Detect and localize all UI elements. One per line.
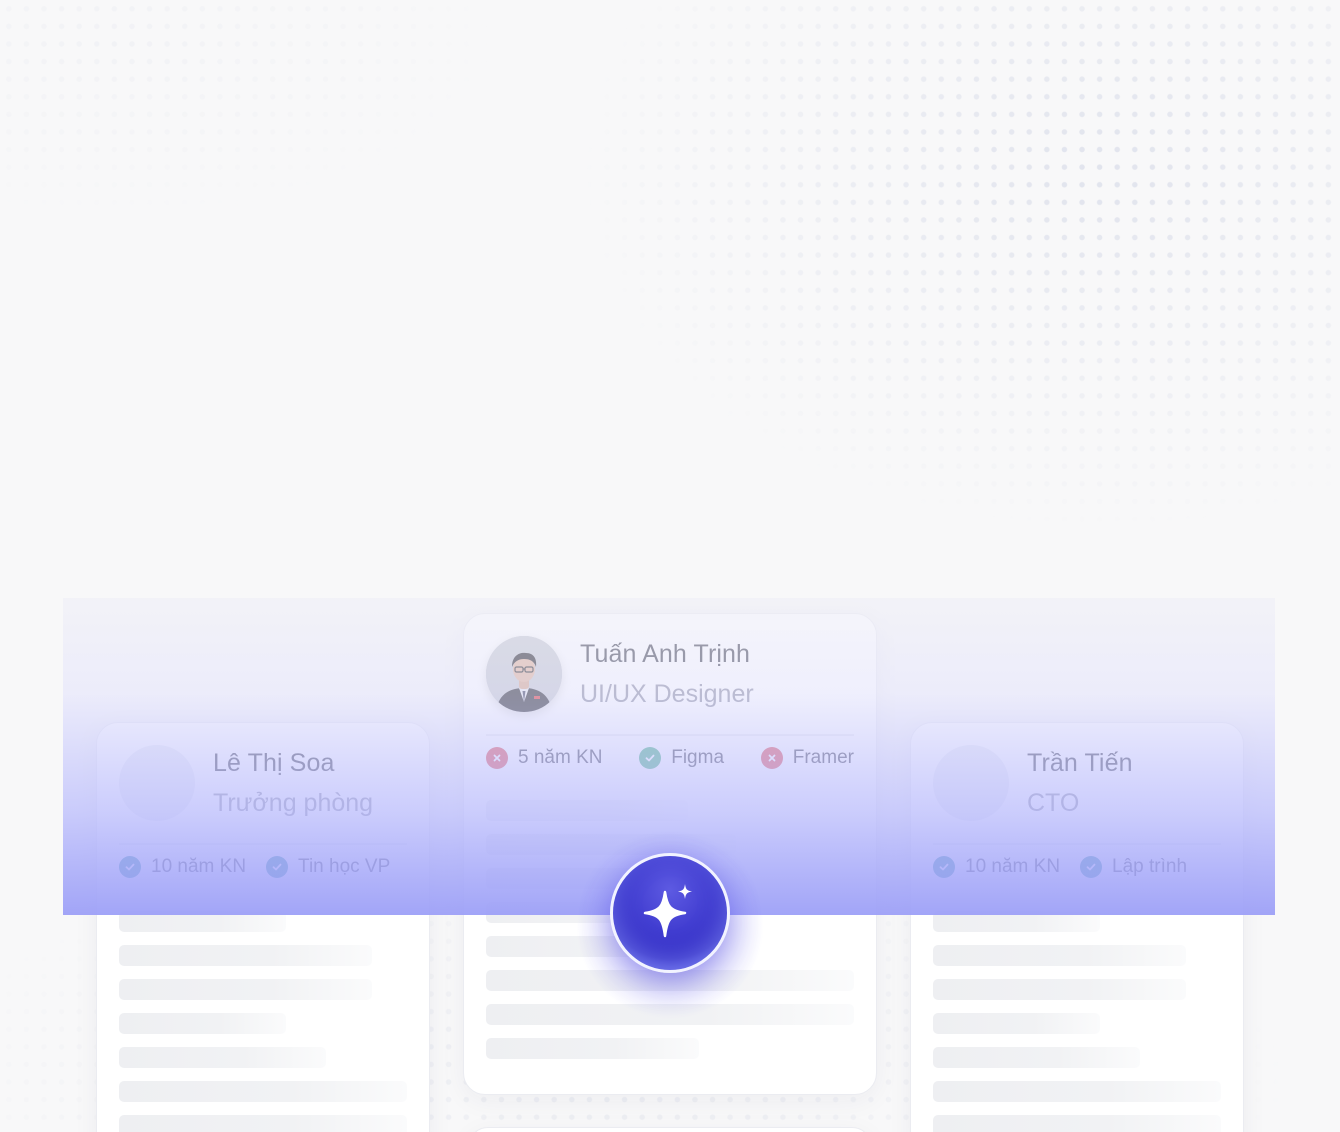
skill-tag: Lập trình	[1080, 856, 1187, 878]
skill-tag: 10 năm KN	[933, 856, 1060, 878]
skill-tags: 5 năm KN Figma Framer	[486, 747, 854, 769]
skill-tag: Framer	[760, 747, 854, 769]
skill-tag: Tin học VP	[266, 856, 390, 878]
divider	[933, 843, 1221, 845]
skill-tags: 10 năm KN Tin học VP	[119, 856, 407, 878]
cross-icon	[486, 747, 508, 769]
candidate-role: Trưởng phòng	[213, 789, 374, 817]
skeleton-lines	[119, 911, 407, 1132]
person-photo-icon	[486, 636, 562, 712]
candidate-card-left[interactable]: Lê Thị Soa Trưởng phòng 10 năm KN Tin họ…	[96, 722, 430, 1132]
skeleton-line	[119, 1115, 407, 1132]
skeleton-line	[933, 1013, 1101, 1034]
skeleton-line	[933, 979, 1187, 1000]
divider	[486, 734, 854, 736]
skeleton-line	[933, 1047, 1141, 1068]
candidate-name: Trần Tiến	[1027, 749, 1133, 777]
skill-tag-label: Framer	[792, 747, 854, 768]
skill-tag: Figma	[639, 747, 724, 769]
candidate-name: Lê Thị Soa	[213, 749, 335, 777]
cross-icon	[760, 747, 783, 769]
check-icon	[266, 856, 289, 878]
skill-tag-label: Lập trình	[1112, 856, 1188, 877]
skill-tag-label: 10 năm KN	[965, 856, 1061, 877]
skill-tag-label: 5 năm KN	[518, 747, 603, 768]
ai-sparkle-button[interactable]	[610, 853, 730, 973]
candidate-role: UI/UX Designer	[580, 680, 754, 708]
sparkle-icon	[643, 884, 692, 938]
skeleton-line	[933, 945, 1187, 966]
check-icon	[119, 856, 141, 878]
skill-tag-label: 10 năm KN	[151, 856, 247, 877]
stage: Lê Thị Soa Trưởng phòng 10 năm KN Tin họ…	[0, 0, 1340, 1132]
skeleton-line	[119, 1047, 327, 1068]
candidate-role: CTO	[1027, 789, 1080, 817]
check-icon	[1080, 856, 1103, 878]
skill-tag: 5 năm KN	[486, 747, 602, 769]
skeleton-line	[486, 1038, 700, 1059]
check-icon	[933, 856, 955, 878]
skill-tags: 10 năm KN Lập trình	[933, 856, 1221, 878]
skeleton-line	[119, 911, 287, 932]
skeleton-lines	[933, 911, 1221, 1132]
check-icon	[639, 747, 662, 769]
skill-tag: 10 năm KN	[119, 856, 246, 878]
candidate-name: Tuấn Anh Trịnh	[580, 640, 751, 668]
avatar-photo	[486, 636, 562, 712]
skeleton-line	[486, 800, 689, 821]
candidate-card-below	[468, 1127, 872, 1132]
skeleton-line	[119, 945, 373, 966]
skill-tag-label: Tin học VP	[298, 856, 391, 877]
skeleton-line	[119, 979, 373, 1000]
divider	[119, 843, 407, 845]
skeleton-line	[119, 1081, 407, 1102]
avatar-placeholder	[933, 745, 1009, 821]
skeleton-line	[119, 1013, 287, 1034]
skeleton-line	[933, 911, 1101, 932]
avatar-placeholder	[119, 745, 195, 821]
candidate-card-right[interactable]: Trần Tiến CTO 10 năm KN Lập trình	[910, 722, 1244, 1132]
skeleton-line	[933, 1115, 1221, 1132]
skill-tag-label: Figma	[671, 747, 725, 768]
skeleton-line	[933, 1081, 1221, 1102]
